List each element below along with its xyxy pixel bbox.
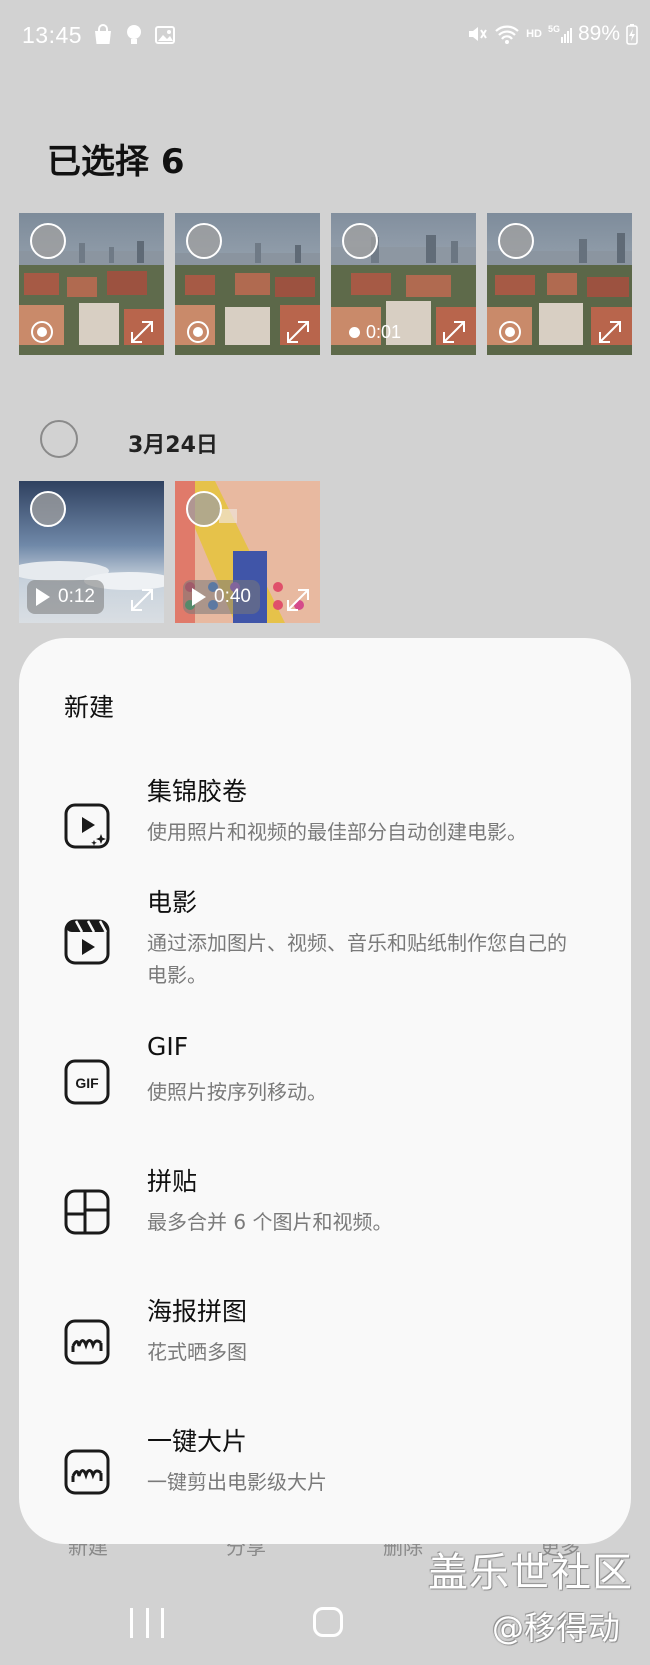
play-icon <box>36 588 50 606</box>
video-duration: 0:40 <box>183 580 260 614</box>
option-description: 通过添加图片、视频、音乐和贴纸制作您自己的电影。 <box>147 931 567 987</box>
watermark-community: 盖乐世社区 <box>428 1550 633 1596</box>
movie-clapper-icon <box>64 919 110 965</box>
option-description: 使照片按序列移动。 <box>147 1080 327 1104</box>
home-icon[interactable] <box>313 1607 343 1637</box>
svg-text:5G: 5G <box>548 24 560 34</box>
expand-icon[interactable] <box>284 586 312 614</box>
wifi-icon <box>495 25 519 44</box>
option-one-tap-blockbuster[interactable]: 一键大片 一键剪出电影级大片 <box>19 1422 631 1512</box>
live-photo-icon <box>499 321 521 343</box>
option-collage[interactable]: 拼贴 最多合并 6 个图片和视频。 <box>19 1162 631 1252</box>
collage-icon <box>64 1189 110 1235</box>
status-bar: 13:45 HD 5G 89% <box>0 0 650 75</box>
date-group-select-circle[interactable] <box>40 420 78 458</box>
option-description: 最多合并 6 个图片和视频。 <box>147 1210 393 1234</box>
option-title: 电影 <box>147 888 198 917</box>
option-description: 一键剪出电影级大片 <box>147 1470 327 1494</box>
duration-text: 0:12 <box>58 586 95 607</box>
media-thumbnail[interactable] <box>175 213 320 355</box>
system-icons: HD 5G 89% <box>466 22 638 46</box>
option-title: 集锦胶卷 <box>147 777 248 806</box>
option-title: 海报拼图 <box>147 1297 248 1326</box>
option-description: 花式晒多图 <box>147 1340 247 1364</box>
selection-circle[interactable] <box>186 223 222 259</box>
option-description: 使用照片和视频的最佳部分自动创建电影。 <box>147 820 527 844</box>
selection-circle[interactable] <box>30 223 66 259</box>
notification-icons <box>92 24 176 46</box>
video-duration: 0:12 <box>27 580 104 614</box>
live-photo-icon <box>31 321 53 343</box>
expand-icon[interactable] <box>284 318 312 346</box>
option-title: GIF <box>147 1032 189 1061</box>
svg-text:GIF: GIF <box>75 1075 99 1091</box>
media-thumbnail[interactable]: 0:01 <box>331 213 476 355</box>
selection-circle[interactable] <box>30 491 66 527</box>
image-icon <box>155 26 175 44</box>
expand-icon[interactable] <box>128 586 156 614</box>
duration-text: 0:40 <box>214 586 251 607</box>
selection-circle[interactable] <box>186 491 222 527</box>
option-gif[interactable]: GIF GIF 使照片按序列移动。 <box>19 1032 631 1122</box>
date-group-label: 3月24日 <box>128 433 218 458</box>
option-movie[interactable]: 电影 通过添加图片、视频、音乐和贴纸制作您自己的电影。 <box>19 883 631 1003</box>
record-dot-icon <box>349 327 360 338</box>
expand-icon[interactable] <box>596 318 624 346</box>
page-title: 已选择 6 <box>47 142 185 182</box>
selection-circle[interactable] <box>498 223 534 259</box>
media-thumbnail[interactable] <box>19 213 164 355</box>
media-thumbnail[interactable]: 0:40 <box>175 481 320 623</box>
shopping-bag-icon <box>95 24 111 44</box>
sheet-title: 新建 <box>64 693 115 722</box>
signal-5g-icon: 5G <box>548 24 572 43</box>
option-highlight-reel[interactable]: 集锦胶卷 使用照片和视频的最佳部分自动创建电影。 <box>19 772 631 872</box>
create-new-sheet: 新建 集锦胶卷 使用照片和视频的最佳部分自动创建电影。 电影 通过添加图片、视频… <box>19 638 631 1544</box>
media-thumbnail[interactable]: 0:12 <box>19 481 164 623</box>
gif-icon: GIF <box>64 1059 110 1105</box>
watermark-author: @移得动 <box>492 1609 621 1647</box>
selection-circle[interactable] <box>342 223 378 259</box>
live-photo-icon <box>187 321 209 343</box>
battery-charging-icon <box>626 24 638 45</box>
expand-icon[interactable] <box>128 318 156 346</box>
one-tap-blockbuster-icon <box>64 1449 110 1495</box>
option-poster-collage[interactable]: 海报拼图 花式晒多图 <box>19 1292 631 1382</box>
status-time: 13:45 <box>22 22 83 48</box>
battery-percent: 89% <box>577 22 620 45</box>
duration-text: 0:01 <box>366 322 402 342</box>
option-title: 拼贴 <box>147 1167 198 1196</box>
video-duration: 0:01 <box>349 322 401 343</box>
recent-apps-icon[interactable] <box>130 1608 164 1640</box>
poster-collage-icon <box>64 1319 110 1365</box>
lightbulb-icon <box>127 25 141 44</box>
play-icon <box>192 588 206 606</box>
hd-icon: HD <box>526 28 542 40</box>
option-title: 一键大片 <box>147 1427 248 1456</box>
media-thumbnail[interactable] <box>487 213 632 355</box>
mute-icon <box>469 27 487 41</box>
expand-icon[interactable] <box>440 318 468 346</box>
highlight-reel-icon <box>64 803 110 849</box>
